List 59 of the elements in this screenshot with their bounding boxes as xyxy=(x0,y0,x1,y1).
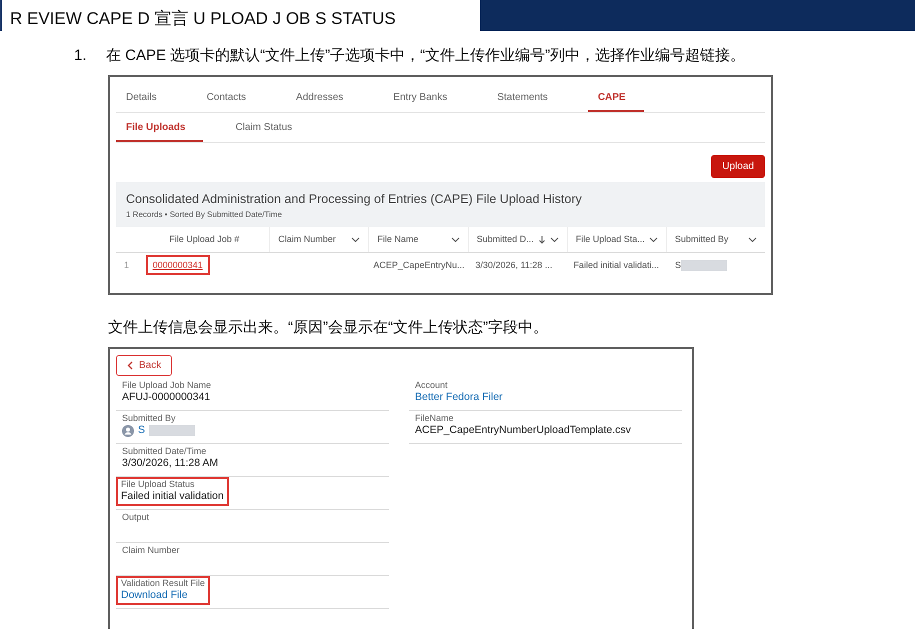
user-name: S xyxy=(674,259,681,272)
tab[interactable]: CAPE xyxy=(588,82,644,112)
instruction-paragraph: 文件上传信息会显示出来。“原因”会显示在“文件上传状态”字段中。 xyxy=(108,318,549,338)
field-label: Submitted By xyxy=(122,413,177,424)
column-header[interactable]: Claim Number xyxy=(269,226,368,252)
table-cell-text: Failed initial validati... xyxy=(572,259,660,272)
subtab[interactable]: Claim Status xyxy=(225,112,310,142)
field-label: Account xyxy=(415,380,449,392)
subtab[interactable]: File Uploads xyxy=(116,112,204,142)
tab[interactable]: Addresses xyxy=(286,82,362,112)
chevron-down-icon xyxy=(748,236,758,243)
tab[interactable]: Details xyxy=(116,82,175,112)
sort-arrow-icon xyxy=(538,234,546,244)
field-link[interactable]: Download File xyxy=(121,589,205,603)
tab[interactable]: Entry Banks xyxy=(383,82,466,112)
column-label: File Upload Sta... xyxy=(576,232,645,246)
redacted-block xyxy=(149,425,196,436)
step-text: 在 CAPE 选项卡的默认“文件上传”子选项卡中，“文件上传作业编号”列中，选择作业编号超链接。 xyxy=(106,46,746,66)
avatar-icon xyxy=(122,424,134,437)
list-title: Consolidated Administration and Processing of Entries (CAPE) File Upload History xyxy=(126,190,583,208)
user-name[interactable]: S xyxy=(138,424,146,438)
column-header[interactable]: Submitted By xyxy=(666,226,766,252)
chevron-down-icon xyxy=(351,236,360,243)
redacted-block xyxy=(681,260,727,272)
field-label: FileName xyxy=(415,413,455,424)
tab[interactable]: Contacts xyxy=(196,82,264,112)
field-label: File Upload Status xyxy=(121,479,196,490)
list-subtitle: 1 Records • Sorted By Submitted Date/Time xyxy=(126,208,283,220)
column-header[interactable]: File Upload Job # xyxy=(139,226,270,252)
chevron-down-icon xyxy=(648,236,658,243)
column-label: Submitted D... xyxy=(476,232,534,246)
field-value: AFUJ-0000000341 xyxy=(122,391,212,405)
field-label: File Upload Job Name xyxy=(122,380,212,392)
column-header[interactable]: File Upload Sta... xyxy=(566,226,666,252)
tab[interactable]: Statements xyxy=(487,82,566,112)
column-label: Submitted By xyxy=(674,232,728,246)
chevron-left-icon xyxy=(127,361,133,370)
field-label: Submitted Date/Time xyxy=(122,446,208,458)
chevron-down-icon xyxy=(450,236,460,243)
column-label: Claim Number xyxy=(278,232,336,246)
back-button[interactable]: Back xyxy=(116,355,172,376)
table-cell-text: 3/30/2026, 11:28 ... xyxy=(474,259,554,272)
column-header[interactable]: Submitted D... xyxy=(468,226,567,252)
field-label: Claim Number xyxy=(122,545,181,556)
field-value: Failed initial validation xyxy=(121,490,224,504)
step-number: 1. xyxy=(74,46,88,66)
field-label: Validation Result File xyxy=(121,578,205,590)
field-value: ACEP_CapeEntryNumberUploadTemplate.csv xyxy=(415,424,632,438)
column-header[interactable]: File Name xyxy=(368,226,468,252)
chevron-down-icon xyxy=(550,236,559,243)
job-number-link[interactable]: 0000000341 xyxy=(148,257,208,273)
table-cell-text: ACEP_CapeEntryNu... xyxy=(372,259,466,272)
upload-button[interactable]: Upload xyxy=(711,154,765,178)
field-value: 3/30/2026, 11:28 AM xyxy=(122,457,220,471)
column-label: File Name xyxy=(377,232,418,246)
row-number: 1 xyxy=(123,259,130,272)
field-label: Output xyxy=(122,512,150,524)
column-label: File Upload Job # xyxy=(169,232,240,246)
field-link[interactable]: Better Fedora Filer xyxy=(415,391,676,405)
